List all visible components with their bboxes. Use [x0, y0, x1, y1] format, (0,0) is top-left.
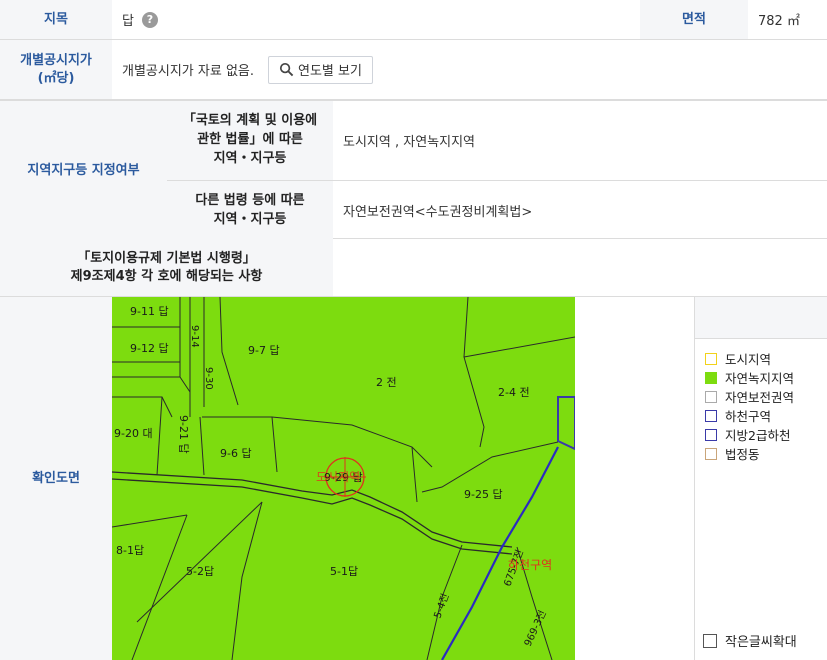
label-9-30: 9-30: [203, 367, 214, 390]
legend-swatch: [705, 409, 717, 422]
year-view-label: 연도별 보기: [298, 64, 362, 79]
map-corner: [557, 396, 575, 451]
label-9-11: 9-11 답: [130, 305, 169, 318]
jimok-row: 지목 답 ? 면적 782 ㎡: [0, 0, 827, 40]
map-label: 확인도면: [0, 297, 112, 660]
zoning-sub2-head: 다른 법령 등에 따른 지역・지구등: [167, 181, 333, 240]
jimok-value: 답: [122, 14, 134, 29]
label-9-7: 9-7 답: [248, 344, 280, 357]
label-5-2: 5-2답: [186, 565, 214, 578]
zoning-sub1-line2: 관한 법률」에 따른: [197, 132, 303, 148]
map-svg[interactable]: 9-11 답 9-12 답 9-7 답 2 전 2-4 전 9-20 대 9-6…: [112, 297, 575, 660]
legend-swatch: [705, 371, 717, 384]
decree-label-line2: 제9조제4항 각 호에 해당되는 사항: [70, 268, 263, 284]
label-9-12: 9-12 답: [130, 342, 169, 355]
land-price-row: 개별공시지가 (㎡당) 개별공시지가 자료 없음. 연도별 보기: [0, 40, 827, 100]
legend-item: 지방2급하천: [705, 425, 794, 444]
small-font-option[interactable]: 작은글씨확대: [703, 631, 797, 650]
label-2-4: 2-4 전: [498, 386, 530, 399]
label-5-1: 5-1답: [330, 565, 358, 578]
land-price-value-cell: 개별공시지가 자료 없음. 연도별 보기: [112, 40, 827, 99]
decree-label-line1: 「토지이용규제 기본법 시행령」: [77, 250, 256, 266]
zoning-sub1-line1: 「국토의 계획 및 이용에: [182, 113, 318, 129]
help-icon[interactable]: ?: [141, 11, 158, 28]
jimok-label: 지목: [0, 0, 112, 39]
legend-label: 지방2급하천: [725, 428, 791, 443]
legend-swatch: [705, 390, 717, 403]
legend-item: 하천구역: [705, 406, 794, 425]
search-icon: [279, 62, 294, 77]
decree-label: 「토지이용규제 기본법 시행령」 제9조제4항 각 호에 해당되는 사항: [0, 239, 333, 296]
legend-label: 하천구역: [725, 409, 772, 424]
legend-top-bar: [695, 297, 827, 339]
legend-label: 도시지역: [725, 352, 772, 367]
small-font-label: 작은글씨확대: [725, 635, 797, 650]
label-river-area: 하천구역: [508, 557, 552, 572]
legend-swatch: [705, 447, 717, 460]
zoning-sub2-value: 자연보전권역<수도권정비계획법>: [343, 205, 533, 220]
legend-item: 자연녹지지역: [705, 368, 794, 387]
label-9-6: 9-6 답: [220, 447, 252, 460]
zoning-section: 지역지구등 지정여부 「국토의 계획 및 이용에 관한 법률」에 따른 지역・지…: [0, 100, 827, 240]
decree-row: 「토지이용규제 기본법 시행령」 제9조제4항 각 호에 해당되는 사항: [0, 239, 827, 297]
legend-swatch: [705, 352, 717, 365]
label-9-20: 9-20 대: [114, 427, 153, 440]
label-9-21: 9-21 답: [177, 415, 190, 454]
legend-item: 자연보전권역: [705, 387, 794, 406]
decree-value: [333, 239, 827, 296]
area-label: 면적: [640, 0, 748, 39]
land-price-label: 개별공시지가 (㎡당): [0, 40, 112, 99]
jimok-value-cell: 답 ?: [112, 0, 640, 39]
zoning-sub1-value: 도시지역 , 자연녹지지역: [333, 101, 827, 181]
land-price-label-line2: (㎡당): [37, 70, 75, 86]
zoning-sub1-line3: 지역・지구등: [213, 150, 287, 166]
legend-item: 도시지역: [705, 349, 794, 368]
legend-label: 법정동: [725, 447, 760, 462]
legend-label: 자연녹지지역: [725, 371, 795, 386]
legend-swatch: [705, 428, 717, 441]
label-9-25: 9-25 답: [464, 488, 503, 501]
small-font-checkbox[interactable]: [703, 633, 717, 648]
year-view-button[interactable]: 연도별 보기: [268, 55, 373, 84]
legend-list: 도시지역자연녹지지역자연보전권역하천구역지방2급하천법정동: [705, 349, 794, 463]
label-8-1: 8-1답: [116, 544, 144, 557]
zoning-sub2-line1: 다른 법령 등에 따른: [195, 192, 305, 208]
zoning-sub2-line2: 지역・지구등: [213, 211, 287, 227]
label-urban-area: 도시지역: [316, 470, 360, 484]
legend-panel: 도시지역자연녹지지역자연보전권역하천구역지방2급하천법정동 작은글씨확대: [694, 297, 827, 660]
zoning-label: 지역지구등 지정여부: [0, 101, 167, 240]
confirmation-map[interactable]: 9-11 답 9-12 답 9-7 답 2 전 2-4 전 9-20 대 9-6…: [112, 297, 575, 660]
land-price-label-line1: 개별공시지가: [20, 52, 92, 68]
label-9-14: 9-14: [189, 325, 200, 348]
land-price-value: 개별공시지가 자료 없음.: [122, 64, 254, 79]
legend-label: 자연보전권역: [725, 390, 795, 405]
legend-item: 법정동: [705, 444, 794, 463]
area-value: 782 ㎡: [758, 14, 800, 29]
label-2: 2 전: [376, 376, 397, 389]
zoning-sub1-head: 「국토의 계획 및 이용에 관한 법률」에 따른 지역・지구등: [167, 101, 333, 181]
